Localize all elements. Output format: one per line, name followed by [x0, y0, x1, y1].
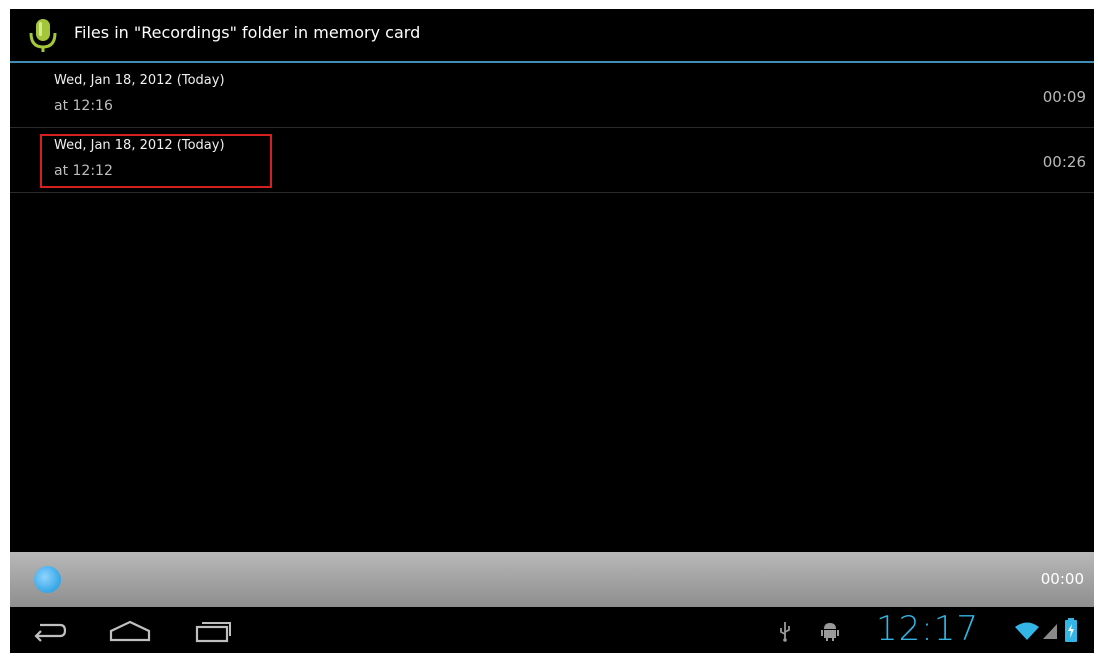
- play-button[interactable]: [34, 566, 61, 593]
- recording-time: at 12:12: [54, 163, 113, 179]
- recording-time: at 12:16: [54, 98, 113, 114]
- wifi-icon: [1015, 622, 1039, 640]
- android-debug-icon: [821, 623, 839, 641]
- recording-date: Wed, Jan 18, 2012 (Today): [54, 138, 225, 153]
- recording-date: Wed, Jan 18, 2012 (Today): [54, 73, 225, 88]
- signal-icon: [1043, 624, 1057, 639]
- recording-item-2[interactable]: Wed, Jan 18, 2012 (Today) at 12:12 00:26: [10, 128, 1094, 193]
- battery-icon: [1065, 618, 1077, 642]
- recording-item-1[interactable]: Wed, Jan 18, 2012 (Today) at 12:16 00:09: [10, 63, 1094, 128]
- player-bar: 00:00: [10, 552, 1094, 607]
- player-elapsed-time: 00:00: [1040, 570, 1084, 588]
- android-screen: Files in "Recordings" folder in memory c…: [10, 9, 1094, 653]
- recent-apps-icon[interactable]: [194, 618, 232, 644]
- status-clock: 12:17: [876, 609, 979, 649]
- recording-duration: 00:26: [1042, 153, 1086, 171]
- action-bar: Files in "Recordings" folder in memory c…: [10, 9, 1094, 63]
- usb-icon: [780, 622, 790, 642]
- microphone-icon[interactable]: [24, 16, 62, 54]
- home-icon[interactable]: [108, 618, 152, 644]
- page-title: Files in "Recordings" folder in memory c…: [74, 23, 421, 42]
- back-icon[interactable]: [32, 620, 68, 642]
- system-bar: 12:17: [10, 607, 1094, 653]
- recording-duration: 00:09: [1042, 88, 1086, 106]
